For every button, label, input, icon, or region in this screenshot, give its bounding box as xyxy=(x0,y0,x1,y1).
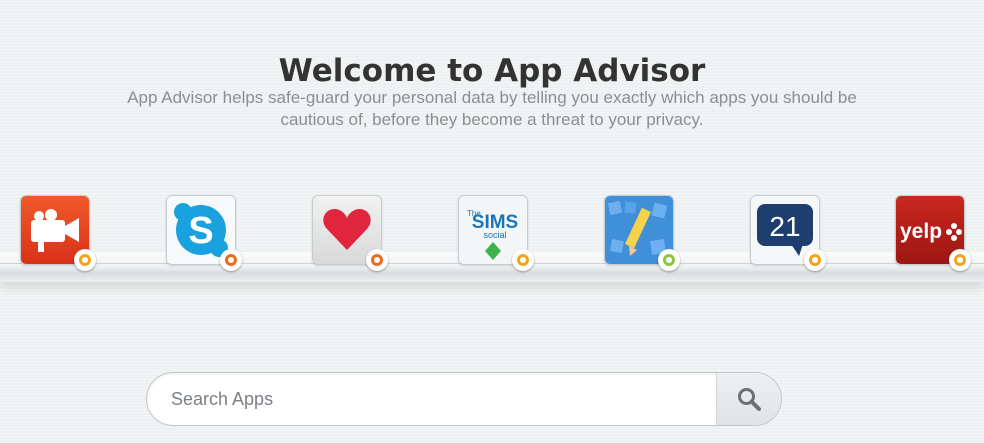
description-line: cautious of, before they become a threat… xyxy=(280,110,704,129)
privacy-status-indicator xyxy=(220,249,242,271)
app-21-label: 21 xyxy=(769,211,800,242)
app-the-sims-social[interactable]: The SIMS social xyxy=(458,195,534,271)
privacy-status-indicator xyxy=(512,249,534,271)
app-heart[interactable] xyxy=(312,195,388,271)
privacy-status-indicator xyxy=(74,249,96,271)
page-title: Welcome to App Advisor xyxy=(278,52,706,89)
yelp-wordmark: yelp xyxy=(900,220,942,243)
app-skype[interactable]: S xyxy=(166,195,242,271)
privacy-status-indicator xyxy=(804,249,826,271)
search-bar xyxy=(146,372,782,426)
search-icon xyxy=(738,388,761,411)
privacy-status-indicator xyxy=(949,249,971,271)
app-draw-something[interactable] xyxy=(604,195,680,271)
sims-label-social: social xyxy=(483,230,506,240)
app-yelp[interactable]: yelp xyxy=(895,195,971,271)
svg-text:S: S xyxy=(188,210,213,252)
search-input[interactable] xyxy=(147,373,715,425)
page-description: App Advisor helps safe-guard your person… xyxy=(50,87,934,131)
privacy-status-indicator xyxy=(366,249,388,271)
description-line: App Advisor helps safe-guard your person… xyxy=(127,88,857,107)
app-video-camera[interactable] xyxy=(20,195,96,271)
search-button[interactable] xyxy=(716,373,781,425)
app-21[interactable]: 21 xyxy=(750,195,826,271)
privacy-status-indicator xyxy=(658,249,680,271)
